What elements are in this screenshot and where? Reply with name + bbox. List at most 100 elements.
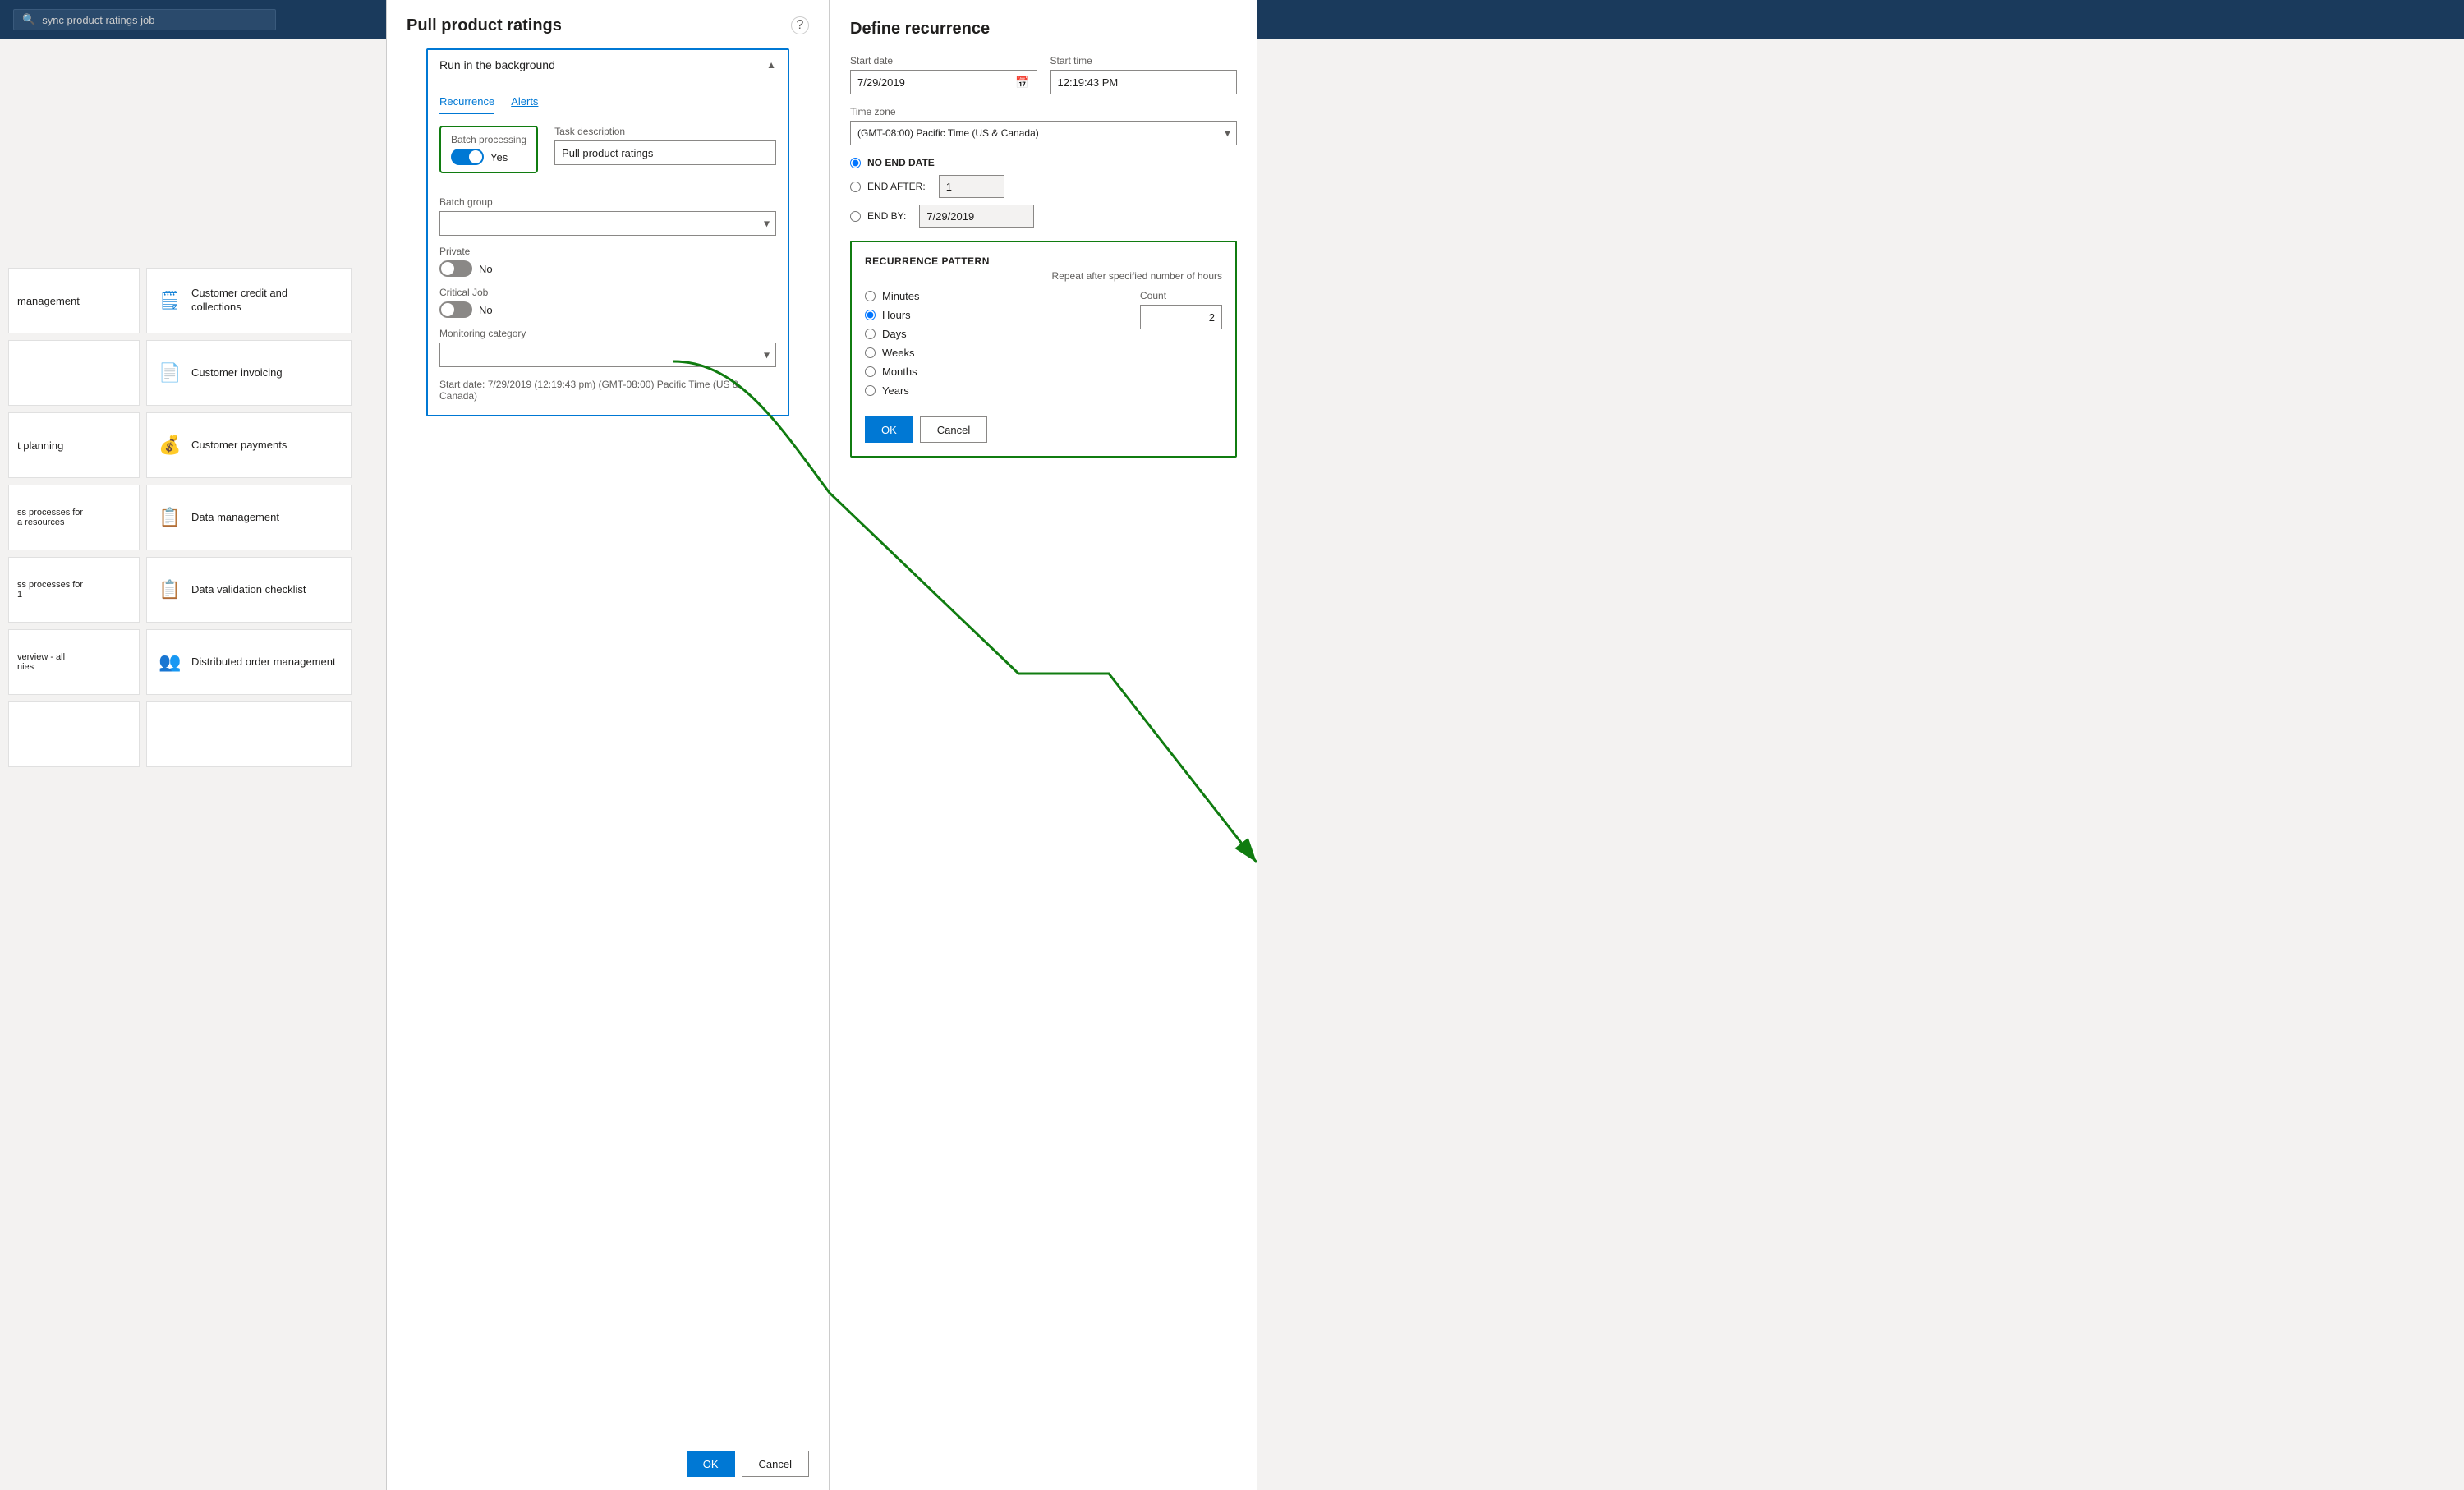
tile-distributed-order[interactable]: 👥 Distributed order management bbox=[146, 629, 352, 695]
months-option: Months bbox=[865, 366, 1127, 378]
start-date-time-row: Start date 📅 Start time bbox=[850, 55, 1237, 94]
hours-radio[interactable] bbox=[865, 310, 876, 320]
start-time-input[interactable] bbox=[1051, 76, 1237, 89]
private-toggle[interactable] bbox=[439, 260, 472, 277]
calendar-icon[interactable]: 📅 bbox=[1009, 76, 1036, 90]
define-recurrence-panel: Define recurrence Start date 📅 Start tim… bbox=[830, 0, 1257, 1490]
weeks-option: Weeks bbox=[865, 347, 1127, 359]
left-tile-verview: verview - allnies bbox=[8, 629, 140, 695]
search-box[interactable]: 🔍 sync product ratings job bbox=[13, 9, 276, 30]
timezone-select-wrapper: (GMT-08:00) Pacific Time (US & Canada) ▾ bbox=[850, 121, 1237, 145]
batch-processing-toggle[interactable] bbox=[451, 149, 484, 165]
ok-button[interactable]: OK bbox=[687, 1451, 735, 1477]
end-options: NO END DATE END AFTER: END BY: bbox=[850, 157, 1237, 228]
private-toggle-row: No bbox=[439, 260, 776, 277]
end-by-input[interactable] bbox=[919, 205, 1034, 228]
start-date-info: Start date: 7/29/2019 (12:19:43 pm) (GMT… bbox=[439, 379, 776, 402]
batch-processing-value: Yes bbox=[490, 151, 508, 163]
batch-processing-label: Batch processing bbox=[451, 134, 526, 145]
minutes-radio[interactable] bbox=[865, 291, 876, 301]
no-end-date-row: NO END DATE bbox=[850, 157, 1237, 168]
run-in-background-header[interactable]: Run in the background ▲ bbox=[428, 50, 788, 80]
recurrence-title: Define recurrence bbox=[850, 20, 1237, 39]
recurrence-pattern-subtitle: Repeat after specified number of hours bbox=[865, 270, 1222, 282]
left-tile-management: management bbox=[8, 268, 140, 333]
recurrence-alerts-tabs: Recurrence Alerts bbox=[439, 90, 776, 114]
start-date-field: Start date 📅 bbox=[850, 55, 1037, 94]
start-date-input-wrapper: 📅 bbox=[850, 70, 1037, 94]
tab-alerts[interactable]: Alerts bbox=[511, 90, 538, 114]
left-tile-empty2 bbox=[8, 340, 140, 406]
end-after-label: END AFTER: bbox=[867, 181, 926, 192]
timezone-select[interactable]: (GMT-08:00) Pacific Time (US & Canada) bbox=[850, 121, 1237, 145]
tile-customer-payments[interactable]: 💰 Customer payments bbox=[146, 412, 352, 478]
weeks-radio[interactable] bbox=[865, 347, 876, 358]
count-section: Count bbox=[1140, 290, 1222, 329]
private-label: Private bbox=[439, 246, 776, 257]
years-radio[interactable] bbox=[865, 385, 876, 396]
tile-customer-credit[interactable]: 🗒 Customer credit and collections bbox=[146, 268, 352, 333]
recurrence-pattern-row: Minutes Hours Days Weeks Months bbox=[865, 290, 1222, 403]
dialog-footer: OK Cancel bbox=[387, 1437, 829, 1490]
left-tile-tplanning: t planning bbox=[8, 412, 140, 478]
recurrence-pattern-box: RECURRENCE PATTERN Repeat after specifie… bbox=[850, 241, 1237, 458]
days-option: Days bbox=[865, 328, 1127, 340]
critical-job-toggle[interactable] bbox=[439, 301, 472, 318]
end-by-radio[interactable] bbox=[850, 211, 861, 222]
tab-recurrence[interactable]: Recurrence bbox=[439, 90, 494, 114]
minutes-option: Minutes bbox=[865, 290, 1127, 302]
years-option: Years bbox=[865, 384, 1127, 397]
data-management-icon: 📋 bbox=[159, 507, 182, 528]
start-date-input[interactable] bbox=[851, 76, 1009, 89]
left-tile-ss-data: ss processes for1 bbox=[8, 557, 140, 623]
customer-payments-icon: 💰 bbox=[159, 435, 182, 456]
days-radio[interactable] bbox=[865, 329, 876, 339]
end-after-input[interactable] bbox=[939, 175, 1004, 198]
batch-group-select[interactable] bbox=[439, 211, 776, 236]
data-validation-label: Data validation checklist bbox=[191, 583, 306, 597]
dialog-title: Pull product ratings bbox=[407, 16, 562, 35]
tile-customer-invoicing[interactable]: 📄 Customer invoicing bbox=[146, 340, 352, 406]
distributed-order-label: Distributed order management bbox=[191, 655, 336, 669]
right-tile-partial bbox=[146, 701, 352, 767]
months-radio[interactable] bbox=[865, 366, 876, 377]
task-description-input[interactable] bbox=[554, 140, 776, 165]
years-label: Years bbox=[882, 384, 909, 397]
end-by-row: END BY: bbox=[850, 205, 1237, 228]
rp-ok-button[interactable]: OK bbox=[865, 416, 913, 443]
customer-credit-label: Customer credit and collections bbox=[191, 287, 339, 315]
help-icon[interactable]: ? bbox=[791, 16, 809, 34]
months-label: Months bbox=[882, 366, 917, 378]
tile-data-validation[interactable]: 📋 Data validation checklist bbox=[146, 557, 352, 623]
chevron-up-icon: ▲ bbox=[766, 59, 776, 71]
start-time-field: Start time bbox=[1050, 55, 1238, 94]
rp-cancel-button[interactable]: Cancel bbox=[920, 416, 987, 443]
end-by-label: END BY: bbox=[867, 210, 906, 222]
tile-data-management[interactable]: 📋 Data management bbox=[146, 485, 352, 550]
rp-buttons: OK Cancel bbox=[865, 416, 1222, 443]
data-management-label: Data management bbox=[191, 511, 279, 525]
start-date-label: Start date bbox=[850, 55, 1037, 67]
critical-job-value: No bbox=[479, 304, 493, 316]
critical-job-label: Critical Job bbox=[439, 287, 776, 298]
monitoring-category-field: Monitoring category ▾ bbox=[439, 328, 776, 367]
monitoring-category-label: Monitoring category bbox=[439, 328, 776, 339]
batch-group-field: Batch group ▾ bbox=[439, 196, 776, 236]
distributed-order-icon: 👥 bbox=[159, 651, 182, 673]
task-description-label: Task description bbox=[554, 126, 776, 137]
end-after-radio[interactable] bbox=[850, 182, 861, 192]
private-value: No bbox=[479, 263, 493, 275]
timezone-field: Time zone (GMT-08:00) Pacific Time (US &… bbox=[850, 106, 1237, 145]
dialog-header: Pull product ratings ? bbox=[387, 0, 829, 35]
cancel-button[interactable]: Cancel bbox=[742, 1451, 809, 1477]
count-input[interactable] bbox=[1140, 305, 1222, 329]
batch-group-select-wrapper: ▾ bbox=[439, 211, 776, 236]
customer-payments-label: Customer payments bbox=[191, 439, 287, 453]
no-end-date-radio[interactable] bbox=[850, 158, 861, 168]
customer-invoicing-label: Customer invoicing bbox=[191, 366, 283, 380]
no-end-date-label: NO END DATE bbox=[867, 157, 935, 168]
recurrence-options: Minutes Hours Days Weeks Months bbox=[865, 290, 1127, 403]
left-tile-ss-resources: ss processes fora resources bbox=[8, 485, 140, 550]
count-label: Count bbox=[1140, 290, 1222, 301]
monitoring-category-select[interactable] bbox=[439, 343, 776, 367]
